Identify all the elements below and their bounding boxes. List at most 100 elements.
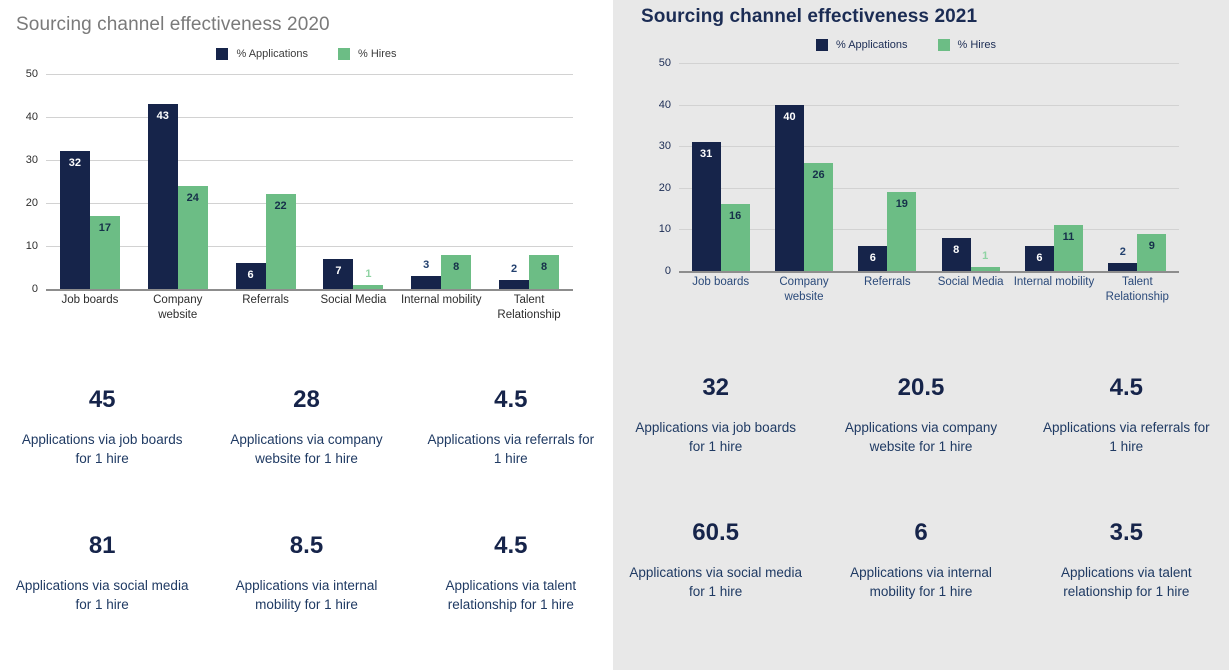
stat-card: 45 Applications via job boards for 1 hire xyxy=(0,386,204,468)
bar-applications[interactable]: 6 xyxy=(858,246,888,271)
bar-applications[interactable]: 40 xyxy=(774,104,804,271)
panel-2021: Sourcing channel effectiveness 2021 % Ap… xyxy=(613,0,1229,670)
bar-hires[interactable]: 17 xyxy=(89,215,120,289)
stat-caption: Applications via referrals for 1 hire xyxy=(427,432,595,466)
stat-card: 6 Applications via internal mobility for … xyxy=(818,519,1023,601)
bar-hires[interactable]: 1 xyxy=(353,268,384,289)
bar-fill xyxy=(353,284,384,289)
bar-chart-2021: 50 40 30 20 10 0 31 16 40 26 6 19 8 1 6 11 2 9 Job board… xyxy=(649,57,1179,303)
stat-caption: Applications via social media for 1 hire xyxy=(629,565,802,599)
stats-section-2020: 45 Applications via job boards for 1 hire… xyxy=(0,386,613,614)
stat-caption: Applications via internal mobility for 1… xyxy=(235,578,378,612)
bar-hires[interactable]: 22 xyxy=(265,194,296,289)
bar-value-label: 43 xyxy=(156,110,169,123)
bar-applications[interactable]: 2 xyxy=(1108,246,1138,271)
bar-group: 71 xyxy=(323,74,384,289)
bars-layer-2021: 31 16 40 26 6 19 8 1 6 11 2 9 xyxy=(679,63,1179,271)
x-axis-labels-2021: Job boards Company website Referrals Social… xyxy=(679,275,1179,305)
x-axis-label: Social Media xyxy=(937,276,1004,288)
legend-label-applications: % Applications xyxy=(236,48,309,60)
legend-label-applications: % Applications xyxy=(835,39,908,51)
stat-card: 4.5 Applications via referrals for 1 hire xyxy=(1024,374,1229,456)
chart-legend-2020: % Applications % Hires xyxy=(0,48,613,60)
x-axis-label: Talent Relationship xyxy=(1105,276,1169,303)
stat-caption: Applications via company website for 1 h… xyxy=(230,432,383,466)
stat-card: 60.5 Applications via social media for 1 … xyxy=(613,519,818,601)
bar-value-label: 6 xyxy=(869,252,876,265)
stats-section-2021: 32 Applications via job boards for 1 hire… xyxy=(613,374,1229,601)
bar-hires[interactable]: 11 xyxy=(1053,225,1083,271)
bar-value-label: 9 xyxy=(1148,239,1155,252)
legend-item-hires[interactable]: % Hires xyxy=(338,48,397,60)
stats-row-bottom-2020: 81 Applications via social media for 1 hi… xyxy=(0,532,613,614)
bar-applications[interactable]: 7 xyxy=(323,258,354,289)
x-axis-label: Social Media xyxy=(320,294,387,306)
y-tick-label: 50 xyxy=(25,68,38,80)
bar-hires[interactable]: 8 xyxy=(529,254,560,289)
bar-group: 40 26 xyxy=(774,63,833,271)
x-axis-label: Talent Relationship xyxy=(497,294,561,321)
stat-caption: Applications via talent relationship for… xyxy=(1061,565,1192,599)
stat-card: 3.5 Applications via talent relationship … xyxy=(1024,519,1229,601)
bar-value-label: 8 xyxy=(540,260,548,273)
bar-applications[interactable]: 43 xyxy=(147,104,178,289)
bar-applications[interactable]: 6 xyxy=(235,263,266,289)
bar-value-label: 6 xyxy=(247,269,254,282)
bar-applications[interactable]: 8 xyxy=(941,237,971,271)
stat-value: 4.5 xyxy=(494,386,528,413)
legend-item-hires[interactable]: % Hires xyxy=(937,39,997,51)
y-tick-label: 0 xyxy=(664,265,671,277)
bar-value-label: 31 xyxy=(700,148,713,161)
legend-item-applications[interactable]: % Applications xyxy=(216,48,308,60)
bar-hires[interactable]: 19 xyxy=(887,191,917,271)
stat-value: 4.5 xyxy=(1109,374,1143,401)
x-axis-label: Job boards xyxy=(61,294,119,306)
stat-card: 4.5 Applications via referrals for 1 hire xyxy=(409,386,613,468)
bar-value-label: 7 xyxy=(335,264,342,277)
legend-item-applications[interactable]: % Applications xyxy=(815,39,908,51)
x-axis-label: Job boards xyxy=(692,276,750,288)
bar-applications[interactable]: 2 xyxy=(499,263,530,289)
bar-applications[interactable]: 32 xyxy=(59,151,90,289)
bar-value-label: 8 xyxy=(453,260,460,273)
bar-hires[interactable]: 8 xyxy=(441,254,472,289)
bar-applications[interactable]: 3 xyxy=(411,259,442,289)
x-axis-label: Company website xyxy=(779,276,829,303)
page-title-2021: Sourcing channel effectiveness 2021 xyxy=(641,6,978,27)
legend-swatch-hires-icon xyxy=(338,48,351,60)
bar-value-label: 3 xyxy=(423,259,430,272)
stat-caption: Applications via job boards for 1 hire xyxy=(21,432,183,466)
bar-group: 32 17 xyxy=(59,74,120,289)
bar-hires[interactable]: 1 xyxy=(970,250,1000,271)
bar-group: 6 11 xyxy=(1024,63,1083,271)
legend-swatch-hires-icon xyxy=(937,39,950,51)
bar-group: 6 22 xyxy=(235,74,296,289)
stat-value: 3.5 xyxy=(1109,519,1143,546)
stat-card: 32 Applications via job boards for 1 hire xyxy=(613,374,818,456)
stat-caption: Applications via job boards for 1 hire xyxy=(635,420,796,454)
bar-hires[interactable]: 26 xyxy=(803,162,833,271)
bar-value-label: 19 xyxy=(895,197,908,210)
stat-value: 45 xyxy=(88,386,116,413)
bar-hires[interactable]: 24 xyxy=(177,185,208,289)
stats-row-top-2020: 45 Applications via job boards for 1 hire… xyxy=(0,386,613,468)
stat-value: 60.5 xyxy=(692,519,740,546)
legend-label-hires: % Hires xyxy=(957,39,997,51)
y-tick-label: 30 xyxy=(658,140,671,153)
bars-layer-2020: 32 17 43 24 6 22 7 1 3 8 2 8 xyxy=(46,74,573,289)
bar-applications[interactable]: 31 xyxy=(691,142,721,271)
bar-fill xyxy=(147,104,178,289)
axis-baseline xyxy=(679,271,1179,273)
bar-hires[interactable]: 9 xyxy=(1137,233,1167,271)
bar-value-label: 40 xyxy=(783,110,796,123)
x-axis-label: Internal mobility xyxy=(1013,276,1095,288)
bar-fill xyxy=(59,151,90,289)
stat-value: 6 xyxy=(914,519,928,546)
bar-value-label: 6 xyxy=(1036,252,1043,265)
stat-value: 28 xyxy=(293,386,320,413)
stat-card: 20.5 Applications via company website for… xyxy=(818,374,1023,456)
bar-applications[interactable]: 6 xyxy=(1024,246,1054,271)
bar-hires[interactable]: 16 xyxy=(720,204,750,271)
stat-caption: Applications via internal mobility for 1… xyxy=(850,565,992,599)
legend-label-hires: % Hires xyxy=(358,48,397,60)
